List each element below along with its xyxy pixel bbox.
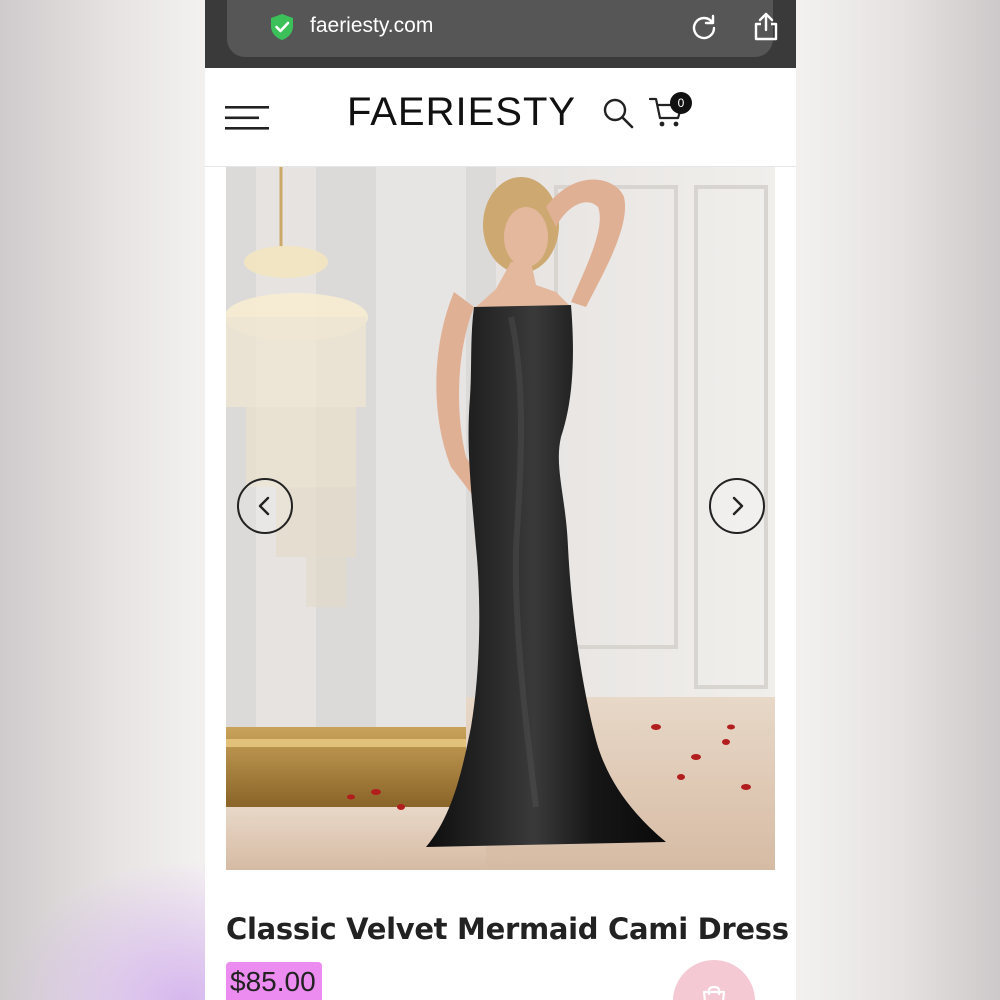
cart-count-badge: 0	[670, 92, 692, 114]
browser-chrome: faeriesty.com	[205, 0, 796, 68]
add-to-bag-button[interactable]	[673, 960, 755, 1000]
reload-icon[interactable]	[690, 13, 718, 41]
background-glow	[0, 860, 205, 1000]
product-title: Classic Velvet Mermaid Cami Dress	[226, 912, 789, 946]
search-icon[interactable]	[601, 96, 635, 130]
url-text: faeriesty.com	[310, 14, 434, 37]
site-header: FAERIESTY 0	[205, 68, 796, 167]
phone-screen: faeriesty.com FAERIESTY 0 Classic Velvet…	[205, 0, 796, 1000]
shield-check-icon	[271, 14, 293, 40]
prev-image-button[interactable]	[237, 478, 293, 534]
product-photo-illustration	[226, 167, 775, 870]
hamburger-icon[interactable]	[225, 104, 269, 132]
chevron-left-icon	[258, 496, 270, 516]
shopping-bag-icon	[702, 985, 726, 1000]
address-bar[interactable]: faeriesty.com	[227, 0, 778, 57]
share-icon[interactable]	[752, 11, 780, 41]
brand-logo[interactable]: FAERIESTY	[347, 90, 576, 135]
chevron-right-icon	[732, 496, 744, 516]
product-image[interactable]	[226, 167, 775, 870]
product-price: $85.00	[226, 962, 322, 1000]
next-image-button[interactable]	[709, 478, 765, 534]
